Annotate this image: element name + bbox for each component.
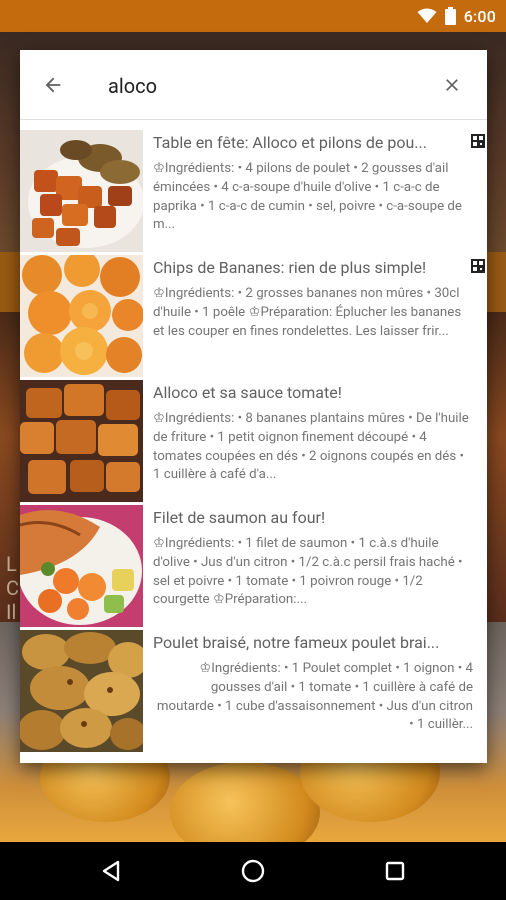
search-input[interactable]	[108, 68, 418, 104]
result-description: ♔Ingrédients: • 1 filet de saumon • 1 c.…	[153, 536, 463, 608]
result-content: Chips de Bananes: rien de plus simple! ♔…	[153, 257, 473, 375]
nav-recents-button[interactable]	[378, 854, 412, 888]
result-title: Poulet braisé, notre fameux poulet brai.…	[153, 633, 440, 652]
clear-search-button[interactable]	[437, 70, 467, 100]
recipe-thumbnail	[20, 255, 143, 377]
result-item[interactable]: Filet de saumon au four! ♔Ingrédients: •…	[20, 503, 487, 628]
result-content: Table en fête: Alloco et pilons de pou..…	[153, 132, 473, 250]
battery-icon	[444, 7, 456, 25]
search-header	[20, 50, 487, 120]
search-dialog: Table en fête: Alloco et pilons de pou..…	[20, 50, 487, 763]
result-description: ♔Ingrédients: • 2 grosses bananes non mû…	[153, 286, 462, 339]
recipe-thumbnail	[20, 630, 143, 752]
status-bar: 6:00	[0, 0, 506, 32]
background-chip	[170, 762, 320, 842]
triangle-back-icon	[102, 860, 120, 882]
recipe-thumbnail	[20, 380, 143, 502]
result-title: Alloco et sa sauce tomate!	[153, 383, 342, 402]
recipe-thumbnail	[20, 130, 143, 252]
back-button[interactable]	[38, 70, 68, 100]
result-title: Table en fête: Alloco et pilons de pou..…	[153, 133, 427, 152]
result-content: Filet de saumon au four! ♔Ingrédients: •…	[153, 507, 473, 625]
recipe-thumbnail	[20, 505, 143, 627]
result-item[interactable]: Alloco et sa sauce tomate! ♔Ingrédients:…	[20, 378, 487, 503]
result-description: ♔Ingrédients: • 1 Poulet complet • 1 oig…	[156, 661, 473, 733]
arrow-left-icon	[45, 77, 61, 93]
result-description: ♔Ingrédients: • 8 bananes plantains mûre…	[153, 411, 469, 483]
square-recents-icon	[385, 861, 405, 881]
result-description: ♔Ingrédients: • 4 pilons de poulet • 2 g…	[153, 161, 462, 233]
wifi-icon	[417, 8, 437, 23]
status-time: 6:00	[463, 6, 496, 26]
circle-home-icon	[241, 859, 265, 883]
result-content: Poulet braisé, notre fameux poulet brai.…	[153, 632, 473, 750]
qr-code-icon	[471, 134, 485, 148]
status-icons: 6:00	[417, 6, 496, 26]
close-icon	[446, 79, 458, 91]
result-item[interactable]: Poulet braisé, notre fameux poulet brai.…	[20, 628, 487, 753]
background-partial-text: L C Il	[6, 552, 20, 624]
result-item[interactable]: Table en fête: Alloco et pilons de pou..…	[20, 128, 487, 253]
result-title: Filet de saumon au four!	[153, 508, 326, 527]
search-results-list: Table en fête: Alloco et pilons de pou..…	[20, 128, 487, 756]
result-title: Chips de Bananes: rien de plus simple!	[153, 258, 427, 277]
nav-back-button[interactable]	[93, 856, 129, 886]
qr-code-icon	[471, 259, 485, 273]
nav-home-button[interactable]	[236, 854, 270, 888]
navigation-bar	[0, 842, 506, 900]
result-item[interactable]: Chips de Bananes: rien de plus simple! ♔…	[20, 253, 487, 378]
result-content: Alloco et sa sauce tomate! ♔Ingrédients:…	[153, 382, 473, 500]
